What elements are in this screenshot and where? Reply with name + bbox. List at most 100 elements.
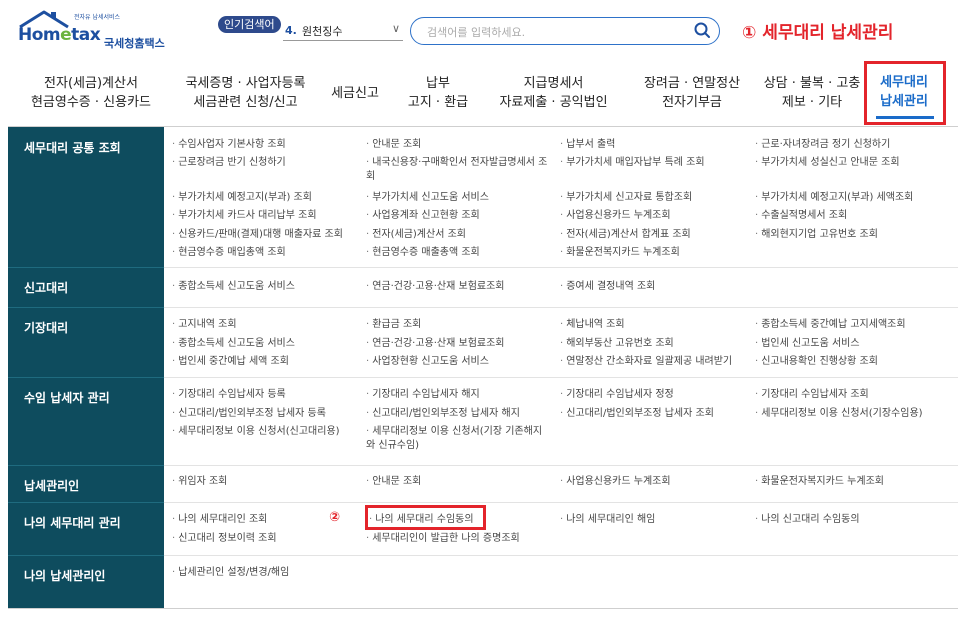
menu-category-column xyxy=(8,127,164,609)
search-input[interactable] xyxy=(425,22,679,42)
row-divider xyxy=(164,465,958,466)
menu-link[interactable]: 세무대리정보 이용 신청서(신고대리용) xyxy=(172,425,357,439)
popular-search-badge: 인기검색어 xyxy=(218,16,281,33)
menu-link[interactable]: 사업용계좌 신고현황 조회 xyxy=(366,209,551,223)
menu-link[interactable]: 사업용신용카드 누계조회 xyxy=(560,475,745,489)
category-divider xyxy=(8,267,164,268)
annotation-step-2: ② xyxy=(329,510,341,525)
menu-link[interactable]: 연말정산 간소화자료 일괄제공 내려받기 xyxy=(560,355,755,369)
menu-link[interactable]: 나의 세무대리인 해임 xyxy=(560,513,745,527)
menu-link[interactable]: 신고대리/법인외부조정 납세자 해지 xyxy=(366,407,551,421)
menu-link[interactable]: 부가가치세 예정고지(부과) 조회 xyxy=(172,191,357,205)
menu-link[interactable]: 기장대리 수임납세자 해지 xyxy=(366,388,551,402)
menu-link[interactable]: 종합소득세 신고도움 서비스 xyxy=(172,280,357,294)
menu-link[interactable]: 화물운전복지카드 누계조회 xyxy=(560,246,745,260)
category-bookkeeping-agent[interactable]: 기장대리 xyxy=(8,319,164,336)
menu-link[interactable]: 부가가치세 신고도움 서비스 xyxy=(366,191,551,205)
menu-link[interactable]: 사업용신용카드 누계조회 xyxy=(560,209,745,223)
nav-item-payment[interactable]: 납부 고지 · 환급 xyxy=(393,62,483,124)
logo-tagline: 전자유 납세서비스 xyxy=(74,14,121,21)
menu-link[interactable]: 부가가치세 성실신고 안내문 조회 xyxy=(755,156,940,170)
popular-search-keyword[interactable]: 원천징수 xyxy=(302,23,342,39)
menu-link[interactable]: 연금·건강·고용·산재 보험료조회 xyxy=(366,280,551,294)
menu-link[interactable]: 신고대리/법인외부조정 납세자 등록 xyxy=(172,407,357,421)
menu-link[interactable]: 부가가치세 신고자료 통합조회 xyxy=(560,191,745,205)
menu-link[interactable]: 체납내역 조회 xyxy=(560,318,745,332)
row-divider xyxy=(164,307,958,308)
menu-link[interactable]: 연금·건강·고용·산재 보험료조회 xyxy=(366,337,551,351)
menu-link[interactable]: 고지내역 조회 xyxy=(172,318,357,332)
popular-search-rank: 4. xyxy=(285,24,297,37)
row-divider xyxy=(164,555,958,556)
menu-link[interactable]: 납부서 출력 xyxy=(560,138,745,152)
menu-link[interactable]: 신용카드/판매(결제)대행 매출자료 조회 xyxy=(172,228,357,242)
category-divider xyxy=(8,307,164,308)
menu-link[interactable]: 안내문 조회 xyxy=(366,138,551,152)
menu-link[interactable]: 증여세 결정내역 조회 xyxy=(560,280,745,294)
category-client-management[interactable]: 수임 납세자 관리 xyxy=(8,389,164,406)
menu-link[interactable]: 해외현지기업 고유번호 조회 xyxy=(755,228,940,242)
logo-wordmark: Hometax xyxy=(18,25,101,45)
logo-korean-name: 국세청홈택스 xyxy=(104,37,165,50)
menu-bottom-border xyxy=(8,608,958,609)
nav-item-tax-filing[interactable]: 세금신고 xyxy=(320,62,390,124)
menu-link[interactable]: 종합소득세 신고도움 서비스 xyxy=(172,337,357,351)
nav-item-certificates[interactable]: 국세증명 · 사업자등록 세금관련 신청/신고 xyxy=(173,62,318,124)
menu-link[interactable]: 수임사업자 기본사항 조회 xyxy=(172,138,357,152)
category-divider xyxy=(8,377,164,378)
annotation-step-1: ① 세무대리 납세관리 xyxy=(742,23,894,43)
menu-link[interactable]: 기장대리 수임납세자 조회 xyxy=(755,388,940,402)
menu-link[interactable]: 기장대리 수임납세자 정정 xyxy=(560,388,745,402)
menu-link[interactable]: 전자(세금)계산서 조회 xyxy=(366,228,551,242)
menu-link[interactable]: 근로·자녀장려금 정기 신청하기 xyxy=(755,138,940,152)
menu-link[interactable]: 안내문 조회 xyxy=(366,475,551,489)
category-common-inquiry[interactable]: 세무대리 공통 조회 xyxy=(8,139,164,156)
menu-link[interactable]: 현금영수증 매출총액 조회 xyxy=(366,246,551,260)
nav-item-tax-agent[interactable]: 세무대리 납세관리 xyxy=(869,73,939,111)
menu-link[interactable]: 기장대리 수임납세자 등록 xyxy=(172,388,357,402)
menu-link[interactable]: 수출실적명세서 조회 xyxy=(755,209,940,223)
chevron-down-icon[interactable]: ∨ xyxy=(392,22,400,35)
search-icon[interactable] xyxy=(693,21,711,39)
nav-item-payment-statement[interactable]: 지급명세서 자료제출 · 공익법인 xyxy=(486,62,621,124)
menu-link[interactable]: 부가가치세 매입자납부 특례 조회 xyxy=(560,156,745,170)
row-divider xyxy=(164,502,958,503)
category-divider xyxy=(8,555,164,556)
category-filing-agent[interactable]: 신고대리 xyxy=(8,279,164,296)
hometax-logo[interactable]: 전자유 납세서비스 Hometax 국세청홈택스 xyxy=(18,10,178,50)
menu-link[interactable]: 해외부동산 고유번호 조회 xyxy=(560,337,745,351)
menu-link[interactable]: 세무대리정보 이용 신청서(기장 기존해지와 신규수임) xyxy=(366,425,551,453)
row-divider xyxy=(164,377,958,378)
search-box xyxy=(410,17,720,45)
menu-link[interactable]: 환급금 조회 xyxy=(366,318,551,332)
nav-item-consultation[interactable]: 상담 · 불복 · 고충 제보 · 기타 xyxy=(756,62,868,124)
category-my-tax-agent[interactable]: 나의 세무대리 관리 xyxy=(8,514,164,531)
menu-link[interactable]: 세무대리인이 발급한 나의 증명조회 xyxy=(366,532,551,546)
menu-link[interactable]: 세무대리정보 이용 신청서(기장수임용) xyxy=(755,407,955,421)
menu-link[interactable]: 신고대리 정보이력 조회 xyxy=(172,532,357,546)
menu-link[interactable]: 부가가치세 카드사 대리납부 조회 xyxy=(172,209,357,223)
menu-link[interactable]: 종합소득세 중간예납 고지세액조회 xyxy=(755,318,955,332)
menu-link[interactable]: 납세관리인 설정/변경/해임 xyxy=(172,566,357,580)
menu-link[interactable]: 내국신용장·구매확인서 전자발급명세서 조회 xyxy=(366,156,551,184)
menu-link[interactable]: 사업장현황 신고도움 서비스 xyxy=(366,355,551,369)
menu-link[interactable]: 위임자 조회 xyxy=(172,475,357,489)
main-nav: 전자(세금)계산서 현금영수증 · 신용카드 국세증명 · 사업자등록 세금관련 신… xyxy=(8,62,966,124)
category-tax-administrator[interactable]: 납세관리인 xyxy=(8,477,164,494)
top-bar: 전자유 납세서비스 Hometax 국세청홈택스 인기검색어 4. 원천징수 ∨… xyxy=(0,0,966,58)
menu-link[interactable]: 법인세 중간예납 세액 조회 xyxy=(172,355,357,369)
menu-link[interactable]: 현금영수증 매입총액 조회 xyxy=(172,246,357,260)
menu-link[interactable]: 법인세 신고도움 서비스 xyxy=(755,337,940,351)
nav-active-underline xyxy=(876,116,934,119)
menu-link[interactable]: 신고대리/법인외부조정 납세자 조회 xyxy=(560,407,745,421)
menu-link[interactable]: 전자(세금)계산서 합계표 조회 xyxy=(560,228,745,242)
annotation-highlight-box xyxy=(365,505,486,530)
menu-link[interactable]: 근로장려금 반기 신청하기 xyxy=(172,156,357,170)
category-my-tax-administrator[interactable]: 나의 납세관리인 xyxy=(8,567,164,584)
menu-link[interactable]: 나의 신고대리 수임동의 xyxy=(755,513,940,527)
nav-item-e-invoice[interactable]: 전자(세금)계산서 현금영수증 · 신용카드 xyxy=(16,62,166,124)
menu-link[interactable]: 화물운전자복지카드 누계조회 xyxy=(755,475,940,489)
menu-link[interactable]: 부가가치세 예정고지(부과) 세액조회 xyxy=(755,191,955,205)
nav-item-incentives[interactable]: 장려금 · 연말정산 전자기부금 xyxy=(626,62,758,124)
menu-link[interactable]: 신고내용확인 진행상황 조회 xyxy=(755,355,940,369)
